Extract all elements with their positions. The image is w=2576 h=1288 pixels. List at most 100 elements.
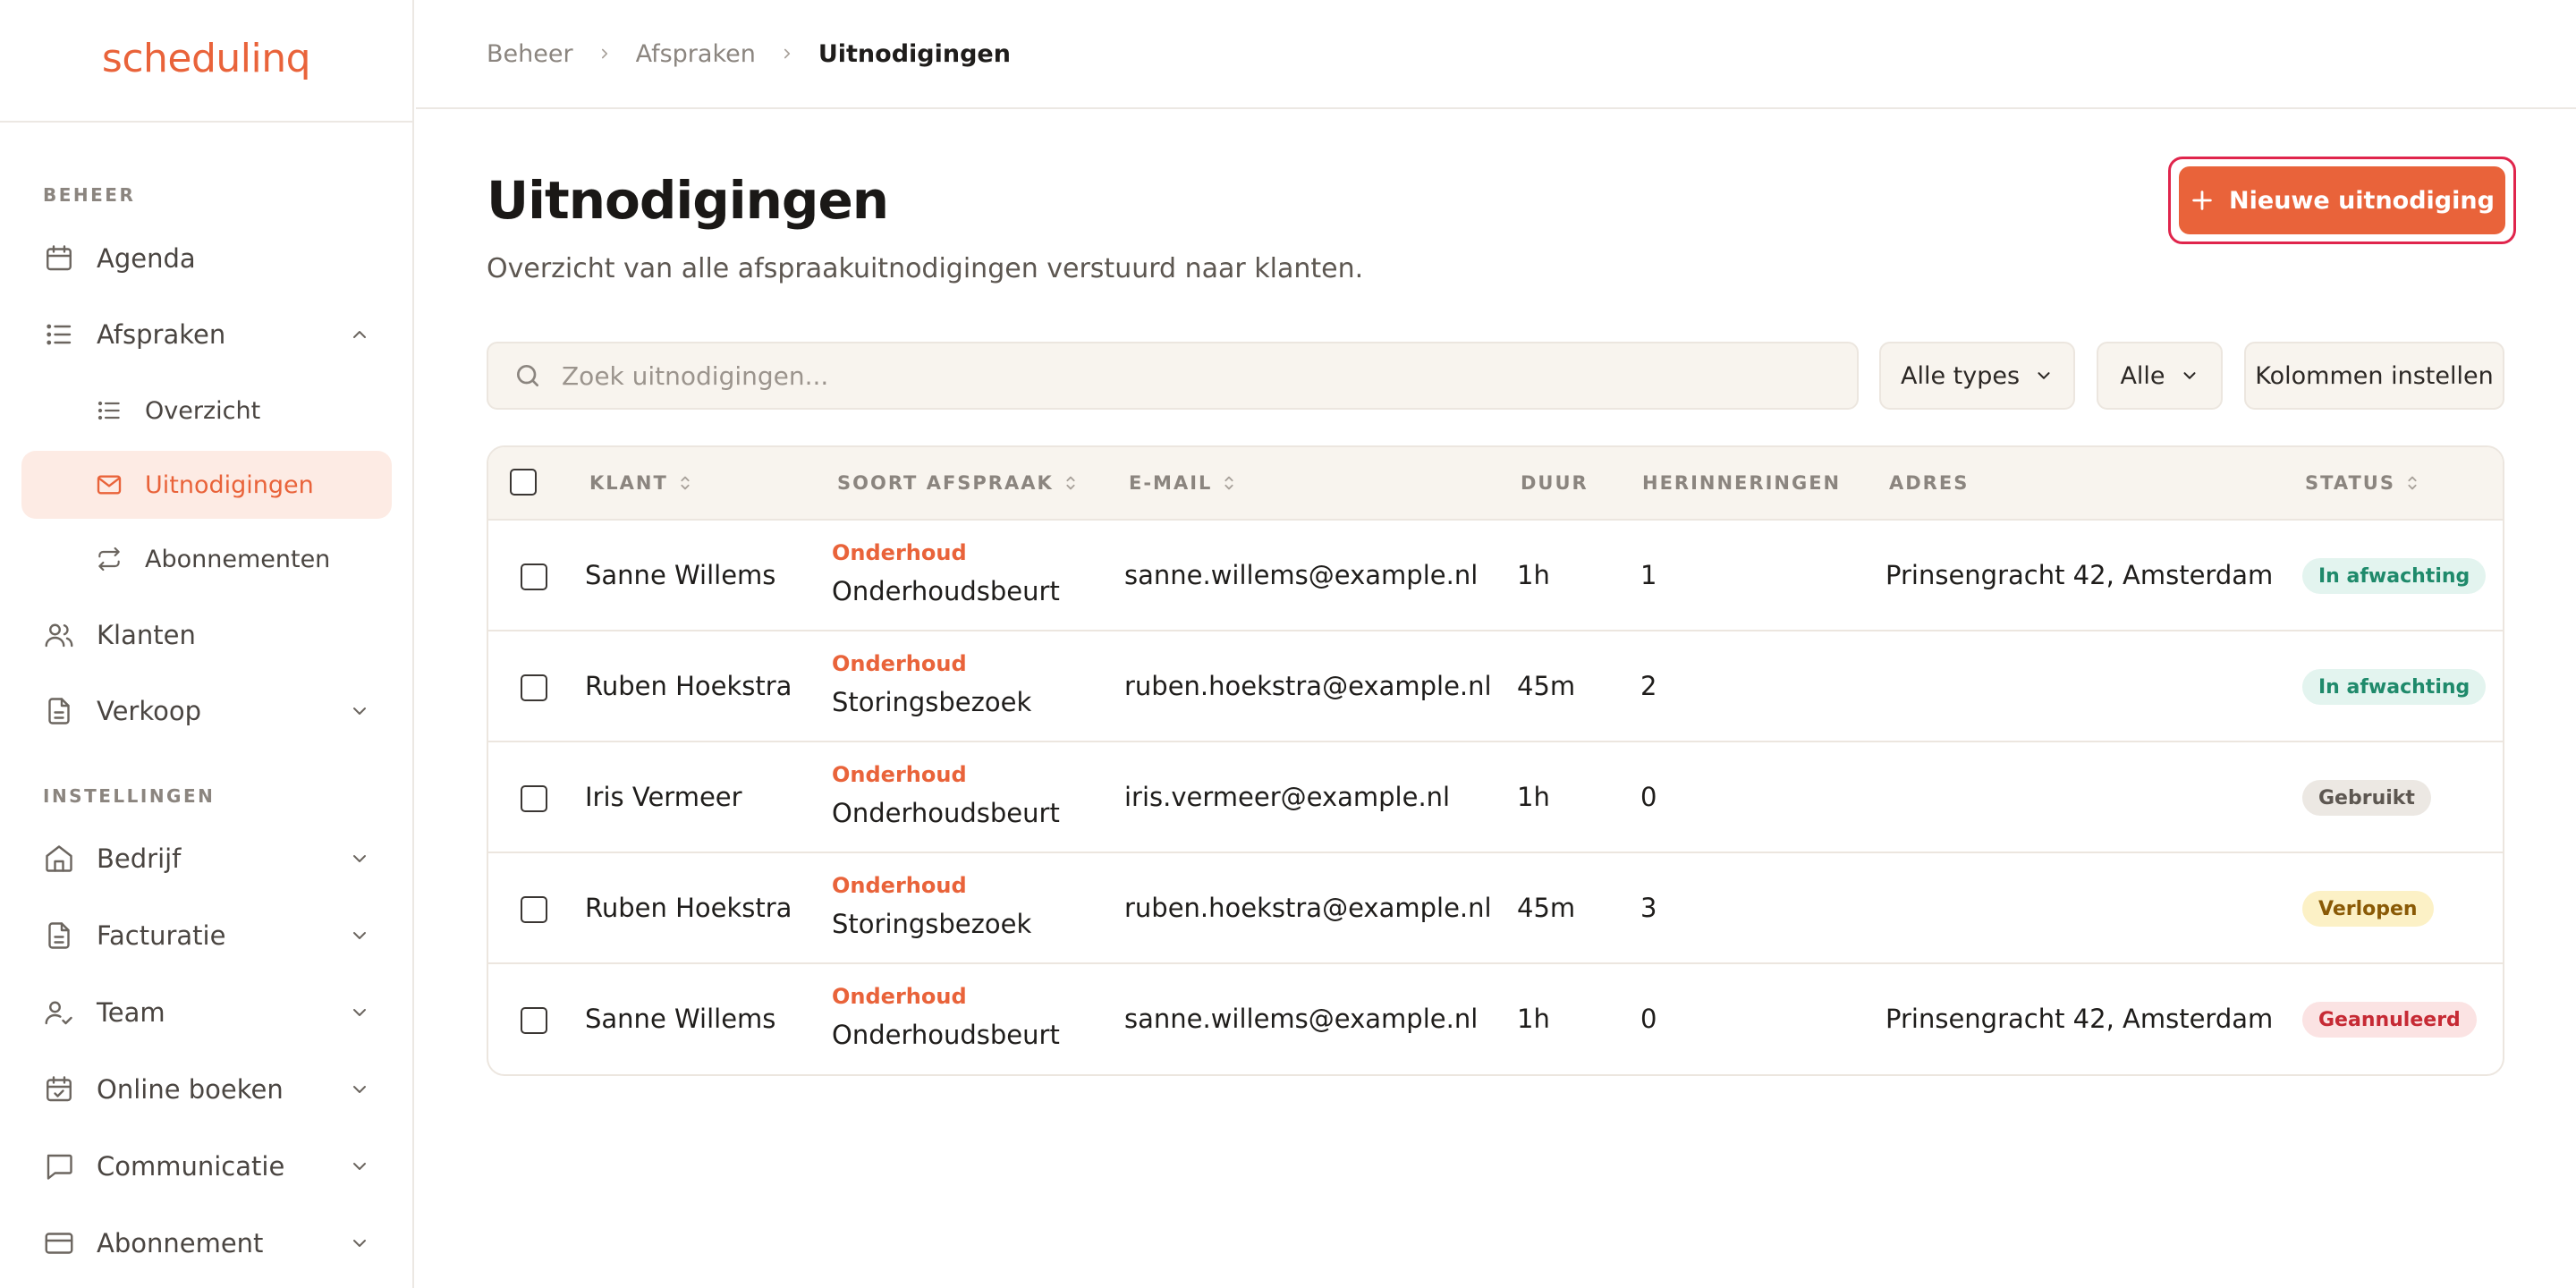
sidebar-item-klanten[interactable]: Klanten: [21, 601, 392, 669]
sidebar-item-label: Verkoop: [97, 696, 202, 726]
search-input[interactable]: [562, 360, 1814, 391]
repeat-icon: [91, 541, 127, 577]
status-badge: In afwachting: [2302, 558, 2487, 594]
search-icon: [517, 365, 538, 386]
cell-category: Onderhoud: [832, 762, 967, 787]
table-row[interactable]: Ruben Hoekstra Onderhoud Storingsbezoek …: [488, 853, 2503, 964]
sidebar-item-uitnodigingen[interactable]: Uitnodigingen: [21, 451, 392, 519]
sidebar-item-team[interactable]: Team: [21, 979, 392, 1046]
column-header-herinneringen: HERINNERINGEN: [1642, 472, 1841, 494]
column-header-label: ADRES: [1889, 472, 1970, 494]
sidebar-item-label: Overzicht: [145, 396, 261, 425]
row-checkbox[interactable]: [521, 564, 547, 590]
sidebar-item-label: Uitnodigingen: [145, 470, 314, 499]
select-all-checkbox[interactable]: [510, 469, 537, 496]
cell-category: Onderhoud: [832, 984, 967, 1009]
breadcrumb-item-beheer[interactable]: Beheer: [487, 40, 573, 68]
sort-icon: [1066, 476, 1075, 490]
list-icon: [41, 317, 77, 352]
cell-type: Onderhoudsbeurt: [832, 576, 1060, 606]
sidebar-item-abonnementen[interactable]: Abonnementen: [21, 525, 392, 593]
cell-email[interactable]: ruben.hoekstra@example.nl: [1124, 671, 1492, 701]
cell-duration: 45m: [1517, 671, 1576, 701]
sidebar-item-label: Bedrijf: [97, 843, 182, 874]
table-row[interactable]: Sanne Willems Onderhoud Onderhoudsbeurt …: [488, 521, 2503, 631]
sidebar-item-agenda[interactable]: Agenda: [21, 225, 392, 292]
row-checkbox[interactable]: [521, 896, 547, 923]
column-header-adres: ADRES: [1889, 472, 1969, 494]
table-row[interactable]: Ruben Hoekstra Onderhoud Storingsbezoek …: [488, 631, 2503, 742]
cell-email[interactable]: iris.vermeer@example.nl: [1124, 782, 1450, 812]
type-filter-dropdown[interactable]: Alle types: [1879, 342, 2075, 410]
section-label-instellingen: INSTELLINGEN: [43, 785, 216, 807]
row-checkbox[interactable]: [521, 1007, 547, 1034]
sidebar-item-online-boeken[interactable]: Online boeken: [21, 1055, 392, 1123]
sidebar-item-bedrijf[interactable]: Bedrijf: [21, 825, 392, 893]
page-subtitle: Overzicht van alle afspraakuitnodigingen…: [487, 253, 1364, 284]
sidebar-item-label: Team: [97, 997, 165, 1028]
search-box: [487, 342, 1859, 410]
status-filter-dropdown[interactable]: Alle: [2097, 342, 2223, 410]
cell-category: Onderhoud: [832, 873, 967, 898]
column-header-label: KLANT: [589, 472, 668, 494]
sidebar-item-overzicht[interactable]: Overzicht: [21, 377, 392, 445]
cell-email[interactable]: ruben.hoekstra@example.nl: [1124, 893, 1492, 923]
sidebar-item-communicatie[interactable]: Communicatie: [21, 1132, 392, 1200]
type-filter-value: Alle types: [1900, 361, 2021, 390]
breadcrumb-item-current: Uitnodigingen: [818, 39, 1011, 68]
column-header-email[interactable]: E-MAIL: [1129, 472, 1237, 494]
plus-icon: [2192, 191, 2212, 210]
chevron-down-icon: [2038, 372, 2050, 379]
cell-reminders: 2: [1640, 671, 1657, 701]
sidebar-item-label: Abonnementen: [145, 545, 331, 573]
new-invitation-button[interactable]: Nieuwe uitnodiging: [2179, 166, 2505, 234]
row-checkbox[interactable]: [521, 674, 547, 701]
cell-type: Storingsbezoek: [832, 909, 1032, 939]
building-icon: [41, 841, 77, 877]
page-title: Uitnodigingen: [487, 170, 889, 231]
cell-email[interactable]: sanne.willems@example.nl: [1124, 1004, 1478, 1034]
cell-type: Storingsbezoek: [832, 687, 1032, 717]
status-badge: Verlopen: [2302, 891, 2434, 927]
table-row[interactable]: Iris Vermeer Onderhoud Onderhoudsbeurt i…: [488, 742, 2503, 853]
cell-client: Ruben Hoekstra: [585, 893, 792, 923]
cell-duration: 1h: [1517, 782, 1550, 812]
cell-address: Prinsengracht 42, Amsterdam: [1885, 1004, 2274, 1034]
cell-reminders: 1: [1640, 560, 1657, 590]
calendar-icon: [41, 241, 77, 276]
column-header-klant[interactable]: KLANT: [589, 472, 693, 494]
columns-settings-label: Kolommen instellen: [2255, 361, 2494, 390]
column-header-label: SOORT AFSPRAAK: [837, 472, 1054, 494]
columns-settings-button[interactable]: Kolommen instellen: [2244, 342, 2504, 410]
user-check-icon: [41, 995, 77, 1030]
column-header-soort[interactable]: SOORT AFSPRAAK: [837, 472, 1079, 494]
mail-icon: [91, 467, 127, 503]
chevron-right-icon: [601, 48, 607, 59]
column-header-status[interactable]: STATUS: [2305, 472, 2420, 494]
chat-icon: [41, 1148, 77, 1184]
cell-client: Sanne Willems: [585, 560, 776, 590]
sidebar-item-label: Agenda: [97, 243, 196, 274]
app-logo[interactable]: schedulinq: [102, 36, 311, 81]
breadcrumb-item-afspraken[interactable]: Afspraken: [636, 40, 756, 68]
cell-duration: 1h: [1517, 560, 1550, 590]
cell-email[interactable]: sanne.willems@example.nl: [1124, 560, 1478, 590]
status-badge: Geannuleerd: [2302, 1002, 2477, 1038]
sidebar-item-afspraken[interactable]: Afspraken: [21, 301, 392, 369]
column-header-duur: DUUR: [1521, 472, 1589, 494]
logo-area: schedulinq: [0, 0, 412, 123]
sidebar-item-facturatie[interactable]: Facturatie: [21, 902, 392, 970]
cell-client: Iris Vermeer: [585, 782, 742, 812]
sidebar-item-verkoop[interactable]: Verkoop: [21, 677, 392, 745]
sidebar-item-label: Klanten: [97, 620, 196, 650]
chevron-right-icon: [784, 48, 790, 59]
sort-icon: [1224, 476, 1233, 490]
column-header-label: E-MAIL: [1129, 472, 1213, 494]
table-row[interactable]: Sanne Willems Onderhoud Onderhoudsbeurt …: [488, 964, 2503, 1074]
sidebar-item-label: Online boeken: [97, 1074, 284, 1105]
sidebar-item-label: Communicatie: [97, 1151, 285, 1182]
chevron-down-icon: [353, 1009, 366, 1016]
sidebar-item-abonnement[interactable]: Abonnement: [21, 1209, 392, 1277]
row-checkbox[interactable]: [521, 785, 547, 812]
document-icon: [41, 918, 77, 953]
